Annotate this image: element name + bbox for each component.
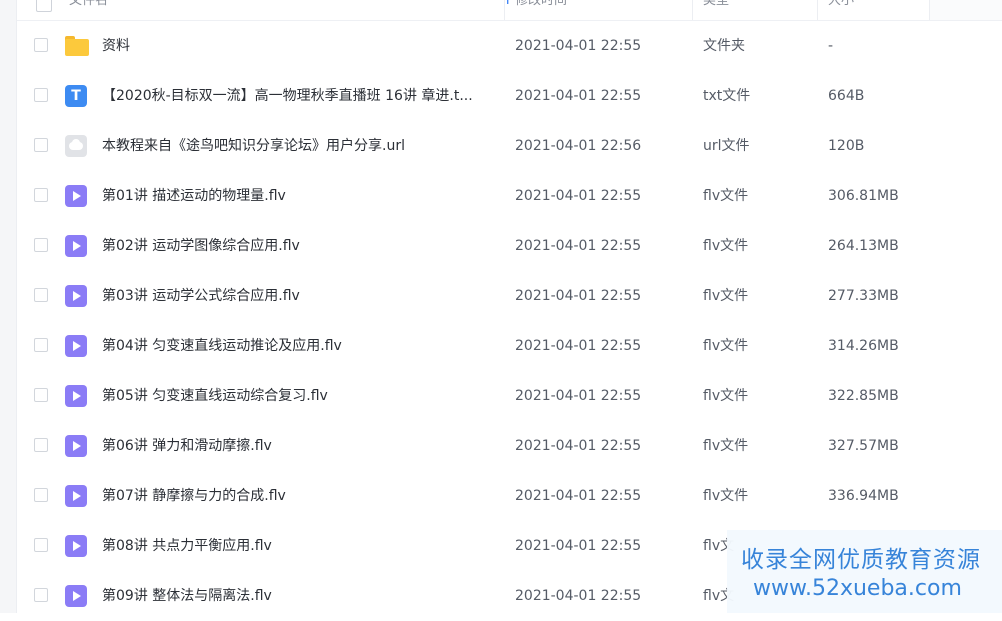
file-size: 336.94MB [828, 488, 899, 504]
file-type: flv文件 [703, 438, 749, 454]
row-checkbox[interactable] [34, 88, 48, 102]
video-file-icon [65, 285, 87, 307]
video-file-icon [65, 185, 87, 207]
row-checkbox[interactable] [34, 538, 48, 552]
text-file-icon: T [65, 85, 87, 107]
file-modified-time: 2021-04-01 22:55 [515, 338, 642, 354]
row-checkbox[interactable] [34, 188, 48, 202]
row-checkbox[interactable] [34, 288, 48, 302]
file-type: txt文件 [703, 88, 751, 104]
table-row[interactable]: 第04讲 匀变速直线运动推论及应用.flv 2021-04-01 22:55 f… [17, 321, 1002, 371]
file-modified-time: 2021-04-01 22:55 [515, 388, 642, 404]
file-name[interactable]: 第03讲 运动学公式综合应用.flv [102, 271, 300, 321]
column-header-name[interactable]: 文件名 [69, 0, 108, 20]
header-settings-area [929, 0, 1002, 20]
file-type: url文件 [703, 138, 750, 154]
table-row[interactable]: 第07讲 静摩擦与力的合成.flv 2021-04-01 22:55 flv文件… [17, 471, 1002, 521]
file-modified-time: 2021-04-01 22:55 [515, 588, 642, 604]
row-checkbox[interactable] [34, 588, 48, 602]
table-row[interactable]: 本教程来自《途鸟吧知识分享论坛》用户分享.url 2021-04-01 22:5… [17, 121, 1002, 171]
file-size: 277.33MB [828, 288, 899, 304]
file-name[interactable]: 第08讲 共点力平衡应用.flv [102, 521, 272, 571]
file-name[interactable]: 第05讲 匀变速直线运动综合复习.flv [102, 371, 328, 421]
video-file-icon [65, 235, 87, 257]
table-row[interactable]: 第05讲 匀变速直线运动综合复习.flv 2021-04-01 22:55 fl… [17, 371, 1002, 421]
file-name[interactable]: 第01讲 描述运动的物理量.flv [102, 171, 286, 221]
column-header-type[interactable]: 类型 [703, 0, 729, 20]
file-size: 120B [828, 138, 865, 154]
column-divider[interactable] [817, 0, 818, 20]
file-type: flv文件 [703, 488, 749, 504]
row-checkbox[interactable] [34, 38, 48, 52]
column-divider[interactable] [692, 0, 693, 20]
folder-icon [65, 35, 89, 57]
row-checkbox[interactable] [34, 388, 48, 402]
file-modified-time: 2021-04-01 22:55 [515, 288, 642, 304]
video-file-icon [65, 485, 87, 507]
watermark-slogan: 收录全网优质教育资源 [741, 547, 981, 573]
file-type: flv文件 [703, 388, 749, 404]
left-panel-edge [0, 0, 17, 613]
video-file-icon [65, 435, 87, 457]
file-modified-time: 2021-04-01 22:56 [515, 138, 642, 154]
file-name[interactable]: 资料 [102, 21, 130, 71]
watermark-banner: 收录全网优质教育资源 www.52xueba.com [727, 530, 1002, 613]
video-file-icon [65, 335, 87, 357]
file-type: flv文件 [703, 238, 749, 254]
file-type: flv文件 [703, 288, 749, 304]
file-modified-time: 2021-04-01 22:55 [515, 238, 642, 254]
row-checkbox[interactable] [34, 488, 48, 502]
file-name[interactable]: 第07讲 静摩擦与力的合成.flv [102, 471, 286, 521]
file-type: 文件夹 [703, 38, 745, 54]
select-all-checkbox[interactable] [36, 0, 52, 12]
file-list-header: 文件名 + 修改时间 类型 大小 [17, 0, 1002, 21]
file-name[interactable]: 第04讲 匀变速直线运动推论及应用.flv [102, 321, 342, 371]
column-divider[interactable] [504, 0, 505, 20]
watermark-url: www.52xueba.com [753, 576, 962, 601]
file-modified-time: 2021-04-01 22:55 [515, 488, 642, 504]
url-file-icon [65, 135, 87, 157]
file-size: 664B [828, 88, 865, 104]
column-header-time[interactable]: 修改时间 [515, 0, 567, 20]
file-size: 264.13MB [828, 238, 899, 254]
file-name[interactable]: 第06讲 弹力和滑动摩擦.flv [102, 421, 272, 471]
table-row[interactable]: 第06讲 弹力和滑动摩擦.flv 2021-04-01 22:55 flv文件 … [17, 421, 1002, 471]
file-name[interactable]: 【2020秋-目标双一流】高一物理秋季直播班 16讲 章进.t... [102, 71, 473, 121]
file-name[interactable]: 第02讲 运动学图像综合应用.flv [102, 221, 300, 271]
column-header-size[interactable]: 大小 [828, 0, 854, 20]
file-modified-time: 2021-04-01 22:55 [515, 438, 642, 454]
row-checkbox[interactable] [34, 238, 48, 252]
file-type: flv文件 [703, 188, 749, 204]
file-modified-time: 2021-04-01 22:55 [515, 38, 642, 54]
file-name[interactable]: 本教程来自《途鸟吧知识分享论坛》用户分享.url [102, 121, 405, 171]
video-file-icon [65, 585, 87, 607]
row-checkbox[interactable] [34, 338, 48, 352]
file-size: 327.57MB [828, 438, 899, 454]
file-size: 322.85MB [828, 388, 899, 404]
plus-icon[interactable]: + [501, 0, 514, 10]
file-modified-time: 2021-04-01 22:55 [515, 188, 642, 204]
file-name[interactable]: 第09讲 整体法与隔离法.flv [102, 571, 272, 621]
table-row[interactable]: 第01讲 描述运动的物理量.flv 2021-04-01 22:55 flv文件… [17, 171, 1002, 221]
file-type: flv文件 [703, 338, 749, 354]
table-row[interactable]: 资料 2021-04-01 22:55 文件夹 - [17, 21, 1002, 71]
file-size: - [828, 38, 834, 54]
row-checkbox[interactable] [34, 138, 48, 152]
table-row[interactable]: T 【2020秋-目标双一流】高一物理秋季直播班 16讲 章进.t... 202… [17, 71, 1002, 121]
file-size: 306.81MB [828, 188, 899, 204]
video-file-icon [65, 535, 87, 557]
file-size: 314.26MB [828, 338, 899, 354]
video-file-icon [65, 385, 87, 407]
file-modified-time: 2021-04-01 22:55 [515, 538, 642, 554]
table-row[interactable]: 第03讲 运动学公式综合应用.flv 2021-04-01 22:55 flv文… [17, 271, 1002, 321]
table-row[interactable]: 第02讲 运动学图像综合应用.flv 2021-04-01 22:55 flv文… [17, 221, 1002, 271]
row-checkbox[interactable] [34, 438, 48, 452]
file-modified-time: 2021-04-01 22:55 [515, 88, 642, 104]
